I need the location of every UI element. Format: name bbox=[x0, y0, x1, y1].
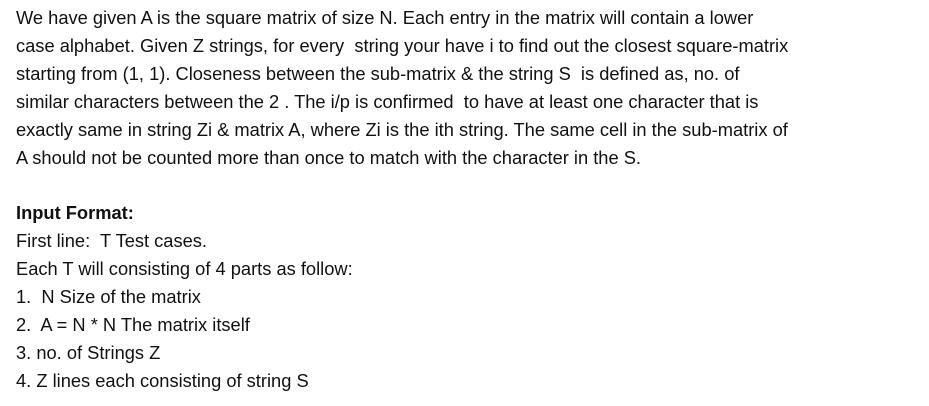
input-format-heading: Input Format: bbox=[16, 202, 134, 223]
description-line: starting from (1, 1). Closeness between … bbox=[16, 63, 740, 84]
input-format-line: Each T will consisting of 4 parts as fol… bbox=[16, 258, 353, 279]
input-format-line: 2. A = N * N The matrix itself bbox=[16, 314, 250, 335]
input-format-line: 1. N Size of the matrix bbox=[16, 286, 201, 307]
input-format-line: 4. Z lines each consisting of string S bbox=[16, 370, 309, 391]
problem-statement: We have given A is the square matrix of … bbox=[16, 4, 788, 395]
description-line: similar characters between the 2 . The i… bbox=[16, 91, 759, 112]
input-format-line: First line: T Test cases. bbox=[16, 230, 208, 251]
input-format-section: Input Format: First line: T Test cases. … bbox=[16, 199, 788, 395]
problem-description: We have given A is the square matrix of … bbox=[16, 4, 788, 172]
description-line: We have given A is the square matrix of … bbox=[16, 7, 754, 28]
description-line: case alphabet. Given Z strings, for ever… bbox=[16, 35, 789, 56]
description-line: exactly same in string Zi & matrix A, wh… bbox=[16, 119, 788, 140]
input-format-line: 3. no. of Strings Z bbox=[16, 342, 161, 363]
description-line: A should not be counted more than once t… bbox=[16, 147, 641, 168]
